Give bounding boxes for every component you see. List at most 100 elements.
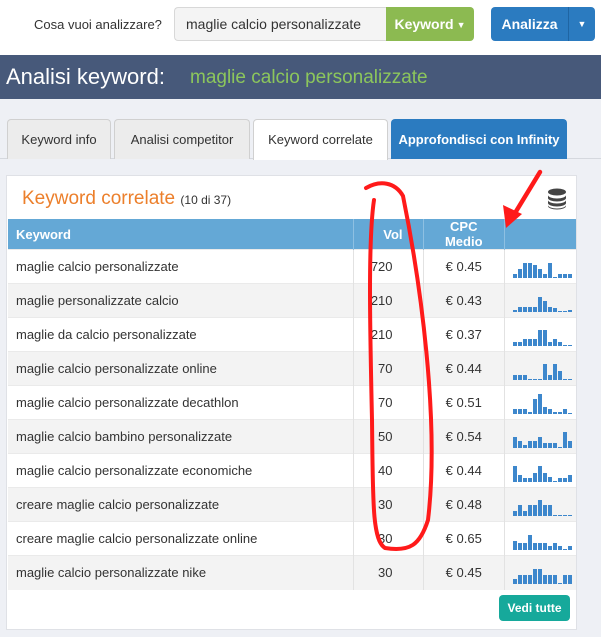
sparkline-bar <box>512 309 517 312</box>
keyword-cell[interactable]: maglie calcio personalizzate economiche <box>8 453 354 488</box>
sparkline-bar <box>522 444 527 448</box>
sparkline-bar <box>547 408 552 414</box>
sparkline-bar <box>547 504 552 516</box>
sparkline-bar <box>527 477 532 482</box>
sparkline-bar <box>512 374 517 380</box>
table-row[interactable]: creare maglie calcio personalizzate onli… <box>8 521 576 556</box>
table-row[interactable]: maglie calcio bambino personalizzate 50 € … <box>8 419 576 454</box>
sparkline-bar <box>517 542 522 550</box>
column-header-cpc[interactable]: CPC Medio <box>423 219 505 250</box>
column-header-keyword[interactable]: Keyword <box>8 219 354 250</box>
sparkline-bar <box>557 310 562 312</box>
sparkline-bar <box>517 574 522 584</box>
keyword-cell[interactable]: maglie da calcio personalizzate <box>8 317 354 352</box>
tab-keyword-info[interactable]: Keyword info <box>7 119 111 159</box>
table-row[interactable]: maglie personalizzate calcio 210 € 0.43 <box>8 283 576 318</box>
table-row[interactable]: maglie calcio personalizzate nike 30 € 0.4… <box>8 555 576 590</box>
sparkline-bar <box>562 431 567 448</box>
analyze-options-dropdown[interactable]: ▼ <box>569 7 595 41</box>
sparkline-bar <box>567 309 572 312</box>
cpc-cell: € 0.44 <box>423 351 505 386</box>
sparkline-bar <box>542 442 547 448</box>
search-type-dropdown[interactable]: Keyword ▼ <box>386 7 474 41</box>
caret-down-icon: ▼ <box>577 19 587 29</box>
sparkline-bar <box>557 514 562 516</box>
sparkline-bar <box>537 329 542 346</box>
keyword-cell[interactable]: maglie calcio personalizzate online <box>8 351 354 386</box>
keyword-cell[interactable]: maglie calcio personalizzate decathlon <box>8 385 354 420</box>
sparkline-bar <box>532 398 537 414</box>
sparkline-bar <box>512 273 517 278</box>
trend-cell <box>504 521 576 556</box>
caret-down-icon: ▼ <box>456 20 466 30</box>
sparkline-bar <box>527 338 532 346</box>
sparkline-bar <box>562 574 567 584</box>
sparkline-bar <box>552 514 557 516</box>
sparkline-bar <box>547 262 552 278</box>
trend-sparkline <box>512 358 572 380</box>
sparkline-bar <box>562 477 567 482</box>
column-header-vol[interactable]: Vol <box>353 219 424 250</box>
sparkline-bar <box>532 542 537 550</box>
view-all-button[interactable]: Vedi tutte <box>499 595 570 621</box>
sparkline-bar <box>567 574 572 584</box>
keyword-cell[interactable]: maglie calcio personalizzate nike <box>8 555 354 590</box>
sparkline-bar <box>512 436 517 448</box>
sparkline-bar <box>532 264 537 278</box>
cpc-cell: € 0.65 <box>423 521 505 556</box>
table-row[interactable]: maglie calcio personalizzate decathlon 70… <box>8 385 576 420</box>
trend-cell <box>504 555 576 590</box>
sparkline-bar <box>522 262 527 278</box>
volume-cell: 720 <box>353 249 424 284</box>
sparkline-bar <box>517 341 522 346</box>
sparkline-bar <box>522 306 527 312</box>
sparkline-bar <box>557 370 562 380</box>
sparkline-bar <box>522 374 527 380</box>
keyword-cell[interactable]: creare maglie calcio personalizzate onli… <box>8 521 354 556</box>
tab-keyword-correlate[interactable]: Keyword correlate <box>253 119 388 160</box>
sparkline-bar <box>537 568 542 584</box>
trend-sparkline <box>512 324 572 346</box>
sparkline-bar <box>532 568 537 584</box>
sparkline-bar <box>557 341 562 346</box>
table-row[interactable]: maglie calcio personalizzate economiche 4… <box>8 453 576 488</box>
volume-cell: 70 <box>353 351 424 386</box>
sparkline-bar <box>512 465 517 482</box>
panel-title-text: Keyword correlate <box>22 188 176 209</box>
table-row[interactable]: maglie da calcio personalizzate 210 € 0.37 <box>8 317 576 352</box>
sparkline-bar <box>542 329 547 346</box>
sparkline-bar <box>552 363 557 380</box>
table-row[interactable]: creare maglie calcio personalizzate 30 € 0… <box>8 487 576 522</box>
sparkline-bar <box>542 300 547 312</box>
volume-cell: 30 <box>353 487 424 522</box>
search-input[interactable]: maglie calcio personalizzate <box>174 7 388 41</box>
keyword-cell[interactable]: maglie personalizzate calcio <box>8 283 354 318</box>
table-header-row: Keyword Vol CPC Medio <box>8 219 576 250</box>
sparkline-bar <box>522 408 527 414</box>
tab-approfondisci-infinity[interactable]: Approfondisci con Infinity <box>391 119 567 159</box>
sparkline-bar <box>562 273 567 278</box>
tab-analisi-competitor[interactable]: Analisi competitor <box>114 119 250 159</box>
database-icon[interactable] <box>547 188 567 210</box>
sparkline-bar <box>542 542 547 550</box>
cpc-cell: € 0.48 <box>423 487 505 522</box>
sparkline-bar <box>557 411 562 414</box>
sparkline-bar <box>552 307 557 312</box>
sparkline-bar <box>517 306 522 312</box>
sparkline-bar <box>537 542 542 550</box>
table-row[interactable]: maglie calcio personalizzate online 70 € 0… <box>8 351 576 386</box>
sparkline-bar <box>557 273 562 278</box>
table-row[interactable]: maglie calcio personalizzate 720 € 0.45 <box>8 249 576 284</box>
sparkline-bar <box>542 472 547 482</box>
sparkline-bar <box>557 545 562 550</box>
related-keywords-panel: Keyword correlate (10 di 37) Keyword Vol… <box>6 175 577 630</box>
keyword-cell[interactable]: maglie calcio personalizzate <box>8 249 354 284</box>
trend-cell <box>504 317 576 352</box>
sparkline-bar <box>567 273 572 278</box>
keyword-cell[interactable]: maglie calcio bambino personalizzate <box>8 419 354 454</box>
top-search-bar: Cosa vuoi analizzare? maglie calcio pers… <box>0 0 601 55</box>
panel-title: Keyword correlate (10 di 37) <box>22 188 231 210</box>
analyze-button[interactable]: Analizza <box>491 7 569 41</box>
sparkline-bar <box>537 393 542 414</box>
keyword-cell[interactable]: creare maglie calcio personalizzate <box>8 487 354 522</box>
